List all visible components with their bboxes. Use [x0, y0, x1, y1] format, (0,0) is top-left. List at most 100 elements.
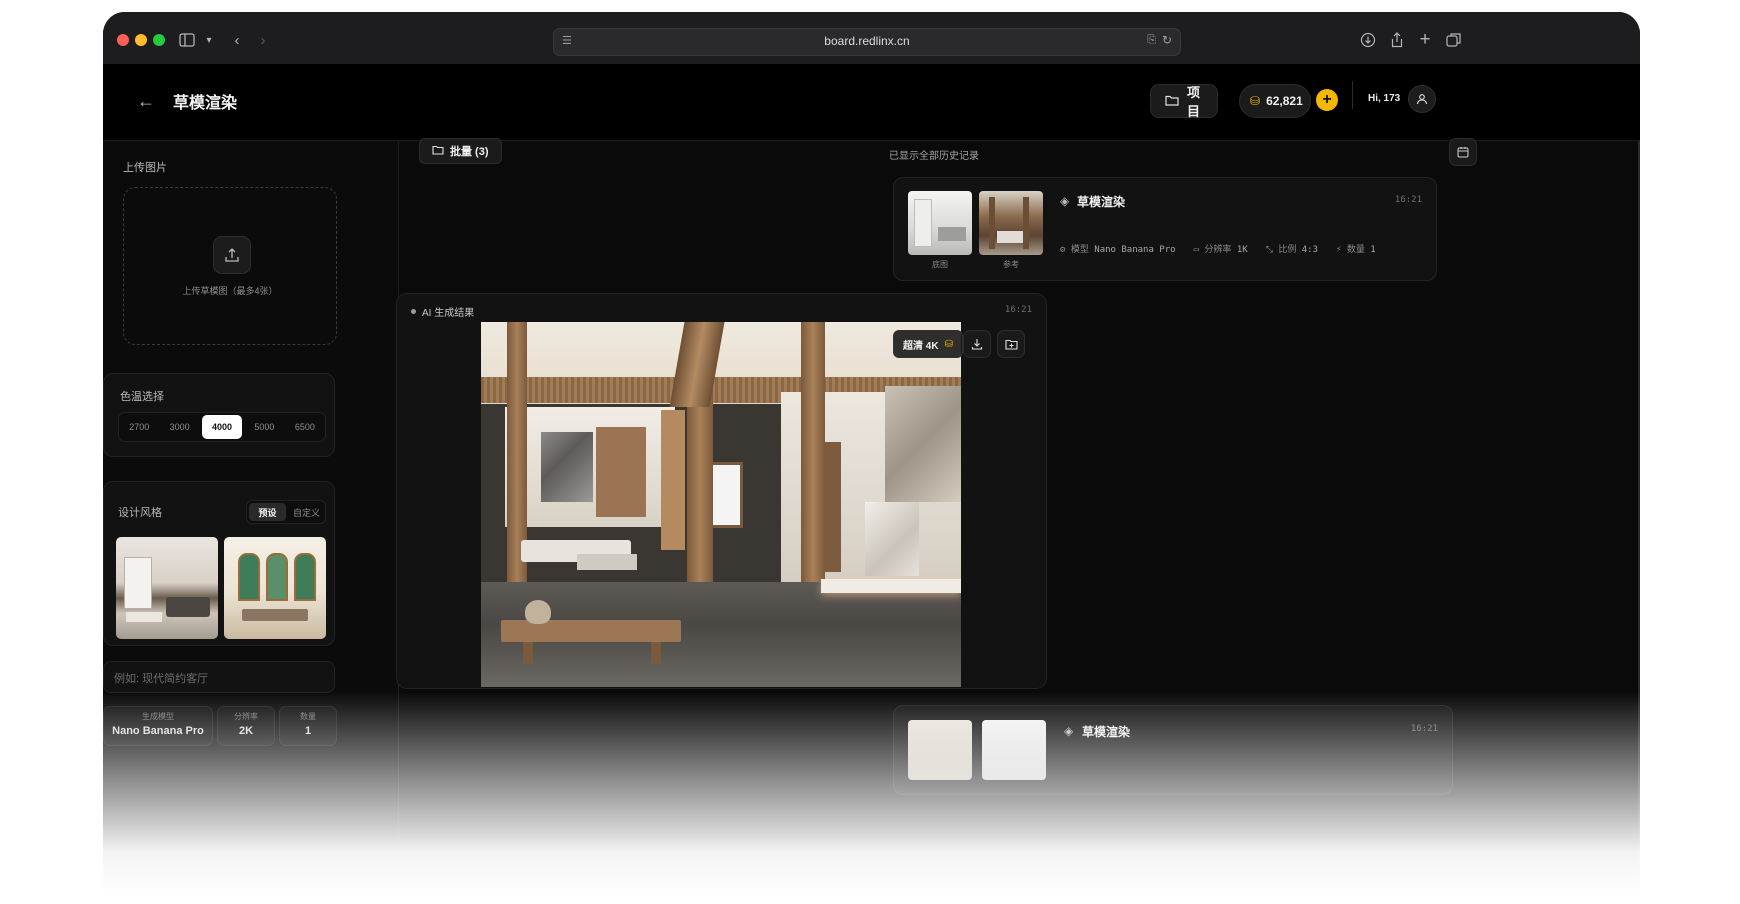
user-icon [1416, 94, 1428, 105]
prompt-input[interactable]: 例如: 现代简约客厅 [103, 661, 335, 693]
task-card[interactable]: ◈ 草模渲染 16:21 [893, 705, 1453, 795]
tab-preset[interactable]: 预设 [249, 503, 286, 521]
folder-icon [1165, 94, 1179, 109]
quantity-setting-value: 1 [304, 725, 312, 737]
task-meta-row: ⚙ 模型 Nano Banana Pro ▭ 分辨率 1K ⤡ 比例 4:3 ⚡… [1060, 242, 1376, 255]
batch-label: 批量 (3) [450, 146, 489, 158]
task-time: 16:21 [1394, 195, 1422, 205]
result-header: AI 生成结果 [411, 304, 474, 319]
meta-resolution: ▭ 分辨率 1K [1193, 245, 1248, 255]
resolution-setting-label: 分辨率 [234, 712, 258, 721]
browser-toolbar: ▾ ‹ › ☰ board.redlinx.cn ⎘ ↻ + [103, 12, 1640, 65]
batch-button[interactable]: 批量 (3) [419, 138, 502, 164]
base-image-thumb[interactable] [908, 720, 972, 780]
thumb-label: 底图 [932, 260, 948, 269]
quantity-setting-label: 数量 [300, 712, 316, 721]
meta-model: ⚙ 模型 Nano Banana Pro [1060, 245, 1176, 255]
meta-key: 比例 [1278, 245, 1297, 255]
model-setting-value: Nano Banana Pro [112, 725, 204, 737]
url-text: board.redlinx.cn [824, 34, 910, 48]
meta-ratio: ⤡ 比例 4:3 [1265, 245, 1319, 255]
coins-icon: ⛁ [1250, 94, 1261, 108]
upscale-4k-button[interactable]: 超清 4K ⛁ [893, 330, 963, 358]
save-to-project-button[interactable] [997, 330, 1025, 358]
main-panel: 批量 (3) 已显示全部历史记录 底图 参考 ◈ 草模渲染 16:21 ⚙ 模型… [396, 138, 1640, 892]
color-temp-option[interactable]: 6500 [285, 413, 325, 441]
user-avatar[interactable] [1408, 85, 1436, 113]
color-temp-option[interactable]: 3000 [159, 413, 199, 441]
projects-label: 项目 [1187, 85, 1201, 119]
style-tabs: 预设 自定义 [246, 500, 326, 524]
chevron-down-icon[interactable]: ▾ [197, 28, 221, 52]
translate-icon[interactable]: ⎘ [1147, 34, 1156, 47]
meta-key: 数量 [1346, 245, 1365, 255]
model-setting[interactable]: 生成模型 Nano Banana Pro [103, 706, 213, 746]
quantity-setting[interactable]: 数量 1 [279, 706, 337, 746]
reference-image-thumb[interactable] [979, 191, 1043, 255]
close-window-button[interactable] [117, 34, 129, 46]
result-image[interactable] [481, 322, 961, 687]
style-thumb-classic[interactable] [224, 537, 326, 639]
share-icon[interactable] [1385, 28, 1409, 52]
task-card[interactable]: 底图 参考 ◈ 草模渲染 16:21 ⚙ 模型 Nano Banana Pro … [893, 177, 1437, 281]
folder-plus-icon [1004, 339, 1018, 350]
address-bar[interactable]: ☰ board.redlinx.cn ⎘ ↻ [553, 28, 1181, 56]
app-header: ← 草模渲染 项目 ⛁ 62,821 + Hi, 173 [103, 64, 1640, 141]
credits-badge[interactable]: ⛁ 62,821 [1239, 84, 1311, 118]
model-setting-label: 生成模型 [142, 712, 174, 721]
meta-value: 1 [1370, 245, 1376, 255]
forward-nav-icon[interactable]: › [251, 28, 275, 52]
color-temp-selector: 2700 3000 4000 5000 6500 [118, 412, 326, 442]
upload-dropzone[interactable]: 上传草模图（最多4张） [123, 187, 337, 345]
calendar-icon [1457, 147, 1469, 158]
layers-icon: ◈ [1064, 724, 1074, 738]
meta-key: 分辨率 [1204, 245, 1232, 255]
left-panel: 上传图片 上传草模图（最多4张） 色温选择 2700 3000 4000 500… [103, 141, 399, 892]
resolution-setting-value: 2K [238, 725, 254, 737]
meta-key: 模型 [1070, 245, 1089, 255]
coins-icon: ⛁ [944, 338, 953, 350]
tab-overview-icon[interactable] [1442, 28, 1466, 52]
color-temp-option[interactable]: 5000 [244, 413, 284, 441]
download-result-button[interactable] [963, 330, 991, 358]
reload-icon[interactable]: ↻ [1162, 33, 1172, 47]
status-dot [411, 309, 416, 314]
calendar-button[interactable] [1449, 138, 1477, 166]
style-thumb-modern[interactable] [116, 537, 218, 639]
credits-value: 62,821 [1266, 94, 1303, 108]
base-image-thumb[interactable] [908, 191, 972, 255]
thumb-label: 参考 [1003, 260, 1019, 269]
download-icon [971, 339, 983, 350]
color-temp-option[interactable]: 2700 [119, 413, 159, 441]
meta-value: Nano Banana Pro [1094, 245, 1176, 255]
task-title: 草模渲染 [1077, 195, 1126, 209]
task-title: 草模渲染 [1082, 725, 1131, 739]
reference-image-thumb[interactable] [982, 720, 1046, 780]
meta-quantity: ⚡ 数量 1 [1336, 245, 1376, 255]
projects-button[interactable]: 项目 [1150, 84, 1218, 119]
arrow-left-icon[interactable]: ← [137, 91, 155, 112]
laptop-frame: ▾ ‹ › ☰ board.redlinx.cn ⎘ ↻ + ← 草模渲染 项目 [103, 12, 1640, 892]
folder-icon [432, 145, 444, 158]
zoom-window-button[interactable] [153, 34, 165, 46]
meta-value: 4:3 [1301, 245, 1319, 255]
user-greeting: Hi, 173 [1368, 93, 1401, 104]
resolution-setting[interactable]: 分辨率 2K [217, 706, 275, 746]
upscale-label: 超清 4K [903, 340, 939, 352]
task-time: 16:21 [1410, 724, 1438, 734]
history-note: 已显示全部历史记录 [889, 151, 979, 162]
color-temp-card: 色温选择 2700 3000 4000 5000 6500 [103, 373, 335, 457]
design-style-label: 设计风格 [118, 507, 162, 519]
design-style-card: 设计风格 预设 自定义 [103, 481, 335, 646]
add-credits-button[interactable]: + [1316, 89, 1338, 111]
upload-hint: 上传草模图（最多4张） [182, 286, 278, 296]
sidebar-toggle-icon[interactable] [175, 28, 199, 52]
upload-label: 上传图片 [123, 162, 167, 174]
back-nav-icon[interactable]: ‹ [225, 28, 249, 52]
minimize-window-button[interactable] [135, 34, 147, 46]
new-tab-icon[interactable]: + [1413, 28, 1437, 52]
tab-custom[interactable]: 自定义 [288, 501, 325, 523]
color-temp-option-selected[interactable]: 4000 [201, 415, 243, 439]
result-card: AI 生成结果 16:21 超清 4K ⛁ [396, 293, 1047, 689]
download-icon[interactable] [1356, 28, 1380, 52]
